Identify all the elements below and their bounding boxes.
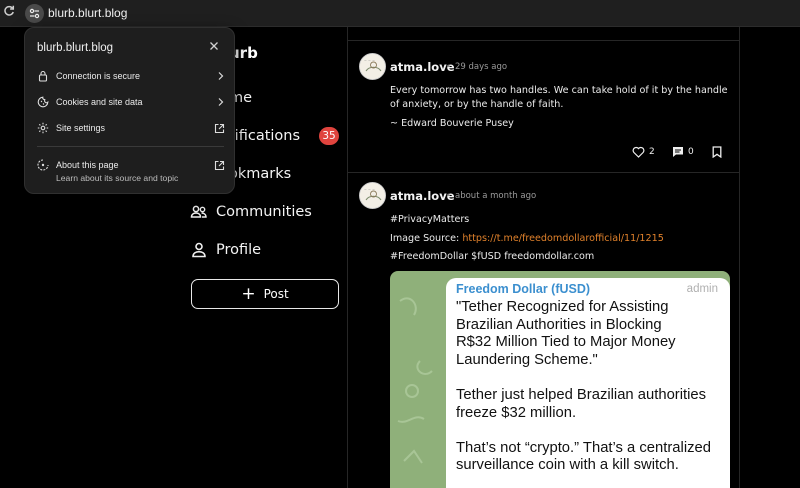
telegram-message-text: "Tether Recognized for Assisting Brazili… xyxy=(456,299,720,475)
sidebar-item-bookmarks[interactable]: okmarks xyxy=(229,161,291,187)
sidebar-item-label: tifications xyxy=(229,128,301,144)
external-link-icon xyxy=(214,160,225,171)
lock-icon xyxy=(37,70,49,82)
reload-icon[interactable] xyxy=(2,5,16,21)
post-time[interactable]: 29 days ago xyxy=(455,62,507,72)
row-label: Site settings xyxy=(56,123,106,133)
row-label: Connection is secure xyxy=(56,71,141,81)
cookies-row[interactable]: Cookies and site data xyxy=(37,94,225,110)
about-page-icon xyxy=(37,159,49,171)
post-author[interactable]: atma.love xyxy=(390,189,455,203)
message-line: Brazilian Authorities in Blocking xyxy=(456,316,662,333)
svg-text:~ ~ ~: ~ ~ ~ xyxy=(364,188,375,192)
post-button-label: Post xyxy=(263,287,289,301)
post-button[interactable]: + Post xyxy=(191,279,339,309)
divider xyxy=(347,172,740,173)
browser-address-bar: blurb.blurt.blog xyxy=(0,0,800,27)
sidebar-item-notifications[interactable]: tifications xyxy=(229,123,300,149)
comment-count: 0 xyxy=(688,147,694,157)
sidebar-item-communities[interactable]: Communities xyxy=(190,199,312,225)
sidebar-item-label: Profile xyxy=(216,242,262,258)
url-text[interactable]: blurb.blurt.blog xyxy=(48,6,127,20)
connection-secure-row[interactable]: Connection is secure xyxy=(37,68,225,84)
post-image[interactable]: Freedom Dollar (fUSD) admin "Tether Reco… xyxy=(390,271,730,488)
message-line: R$32 Million Tied to Major Money xyxy=(456,334,676,351)
plus-icon: + xyxy=(241,283,256,304)
separator-dot: • xyxy=(446,191,451,200)
message-line: freeze $32 million. xyxy=(456,404,577,421)
profile-icon xyxy=(190,241,208,259)
post-footer-line: #FreedomDollar $fUSD freedomdollar.com xyxy=(390,251,595,262)
separator-dot: • xyxy=(446,62,451,71)
image-source-link[interactable]: https://t.me/freedomdollarofficial/11/12… xyxy=(462,233,664,244)
post-hashtag[interactable]: #PrivacyMatters xyxy=(390,213,469,227)
popup-title: blurb.blurt.blog xyxy=(37,42,114,54)
message-line: surveillance coin with a kill switch. xyxy=(456,457,679,474)
post-text-line: ~ Edward Bouverie Pusey xyxy=(390,118,514,129)
admin-badge: admin xyxy=(686,283,718,295)
chevron-right-icon xyxy=(217,97,225,107)
post-text-line: Every tomorrow has two handles. We can t… xyxy=(390,85,728,96)
telegram-message: Freedom Dollar (fUSD) admin "Tether Reco… xyxy=(446,278,730,488)
image-source-line: Image Source: https://t.me/freedomdollar… xyxy=(390,232,664,246)
like-button[interactable]: 2 xyxy=(632,144,655,160)
message-line: That’s not “crypto.” That’s a centralize… xyxy=(456,439,711,456)
chevron-right-icon xyxy=(217,71,225,81)
row-label: Cookies and site data xyxy=(56,97,143,107)
message-line: Laundering Scheme." xyxy=(456,351,598,368)
sidebar-item-profile[interactable]: Profile xyxy=(190,237,261,263)
bookmark-icon xyxy=(712,146,722,158)
comment-icon xyxy=(672,146,684,158)
pattern-background xyxy=(397,297,433,464)
close-icon[interactable] xyxy=(209,40,219,54)
row-label: About this page xyxy=(56,160,119,170)
site-info-popup: blurb.blurt.blog Connection is secure Co… xyxy=(24,27,235,194)
site-settings-row[interactable]: Site settings xyxy=(37,120,225,136)
post-time[interactable]: about a month ago xyxy=(455,191,536,201)
comment-button[interactable]: 0 xyxy=(672,144,694,160)
avatar[interactable]: ~ ~ ~ xyxy=(359,53,386,80)
site-info-icon[interactable] xyxy=(25,4,44,23)
message-line: Tether just helped Brazilian authorities xyxy=(456,386,707,403)
bookmark-button[interactable] xyxy=(712,144,722,160)
sidebar-item-label: Communities xyxy=(216,204,312,220)
divider xyxy=(347,40,740,41)
image-source-label: Image Source: xyxy=(390,233,463,244)
svg-text:~ ~ ~: ~ ~ ~ xyxy=(364,59,375,63)
heart-icon xyxy=(632,146,645,158)
about-page-subtitle: Learn about its source and topic xyxy=(56,173,179,183)
post-author[interactable]: atma.love xyxy=(390,60,455,74)
communities-icon xyxy=(190,203,208,221)
like-count: 2 xyxy=(649,147,655,157)
popup-divider xyxy=(37,146,224,147)
post-text-line: of anxiety, or by the handle of faith. xyxy=(390,99,564,110)
gear-icon xyxy=(37,122,49,134)
external-link-icon xyxy=(214,123,225,134)
message-line: "Tether Recognized for Assisting xyxy=(456,299,669,315)
telegram-channel-name: Freedom Dollar (fUSD) xyxy=(456,282,591,296)
avatar[interactable]: ~ ~ ~ xyxy=(359,182,386,209)
sidebar-item-label: okmarks xyxy=(229,166,292,182)
cookie-icon xyxy=(37,96,49,108)
notifications-badge: 35 xyxy=(319,127,339,145)
about-page-row[interactable]: About this page xyxy=(37,157,225,173)
